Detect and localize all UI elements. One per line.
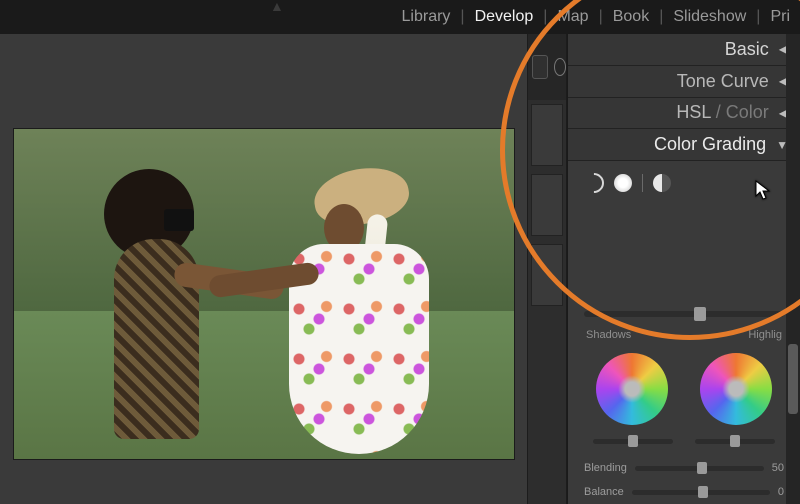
- nav-library[interactable]: Library: [398, 8, 455, 26]
- panel-color-grading[interactable]: Color Grading ▼: [568, 129, 800, 161]
- nav-slideshow[interactable]: Slideshow: [669, 8, 750, 26]
- panel-switch[interactable]: [531, 174, 563, 236]
- color-grading-body: Shadows Highlig Blending 50 Balance 0: [568, 161, 800, 504]
- preview-photo: [13, 128, 515, 460]
- nav-map[interactable]: Map: [553, 8, 592, 26]
- panel-scrollbar[interactable]: [786, 34, 800, 504]
- blending-slider[interactable]: [635, 466, 764, 471]
- panel-tone-curve-label: Tone Curve: [677, 71, 769, 92]
- develop-right-panel: Basic ◀ Tone Curve ◀ HSL / Color ◀ Color…: [567, 34, 800, 504]
- cg-wheel-labels: Shadows Highlig: [578, 329, 790, 341]
- highlights-luminance-slider[interactable]: [695, 439, 775, 444]
- panel-tone-curve[interactable]: Tone Curve ◀: [568, 66, 800, 98]
- spot-tool-icon[interactable]: [554, 58, 566, 76]
- module-picker-bar: ▲ Library| Develop| Map| Book| Slideshow…: [0, 0, 800, 34]
- nav-develop[interactable]: Develop: [471, 8, 538, 26]
- secondary-strip: [527, 34, 567, 504]
- panel-hsl-color[interactable]: HSL / Color ◀: [568, 98, 800, 130]
- cg-luminance-slider[interactable]: [584, 311, 784, 317]
- crop-tool-icon[interactable]: [532, 55, 548, 79]
- balance-row: Balance 0: [578, 484, 790, 500]
- image-canvas[interactable]: [0, 34, 527, 504]
- highlights-color-wheel[interactable]: [700, 353, 772, 425]
- mouse-cursor-icon: [755, 180, 773, 205]
- main-area: Basic ◀ Tone Curve ◀ HSL / Color ◀ Color…: [0, 34, 800, 504]
- panel-switch[interactable]: [531, 104, 563, 166]
- panel-basic[interactable]: Basic ◀: [568, 34, 800, 66]
- cg-view-3way-icon[interactable]: [580, 169, 608, 197]
- panel-hsl-label: HSL / Color: [676, 102, 768, 123]
- blending-row: Blending 50: [578, 460, 790, 476]
- module-nav: Library| Develop| Map| Book| Slideshow| …: [398, 8, 794, 26]
- tool-strip: [528, 34, 566, 100]
- panel-color-grading-label: Color Grading: [654, 134, 766, 155]
- panel-switch[interactable]: [531, 244, 563, 306]
- nav-book[interactable]: Book: [609, 8, 653, 26]
- cg-view-shadows-icon[interactable]: [614, 174, 632, 192]
- balance-value: 0: [778, 486, 784, 498]
- divider: [642, 174, 643, 192]
- shadows-color-wheel[interactable]: [596, 353, 668, 425]
- nav-print[interactable]: Pri: [766, 8, 794, 26]
- collapse-caret-icon[interactable]: ▲: [270, 0, 284, 14]
- panel-basic-label: Basic: [725, 39, 769, 60]
- label-highlights: Highlig: [748, 329, 782, 341]
- label-shadows: Shadows: [586, 329, 631, 341]
- balance-slider[interactable]: [632, 490, 770, 495]
- cg-view-midtones-icon[interactable]: [653, 174, 671, 192]
- shadows-luminance-slider[interactable]: [593, 439, 673, 444]
- balance-label: Balance: [584, 486, 624, 498]
- blending-label: Blending: [584, 462, 627, 474]
- blending-value: 50: [772, 462, 784, 474]
